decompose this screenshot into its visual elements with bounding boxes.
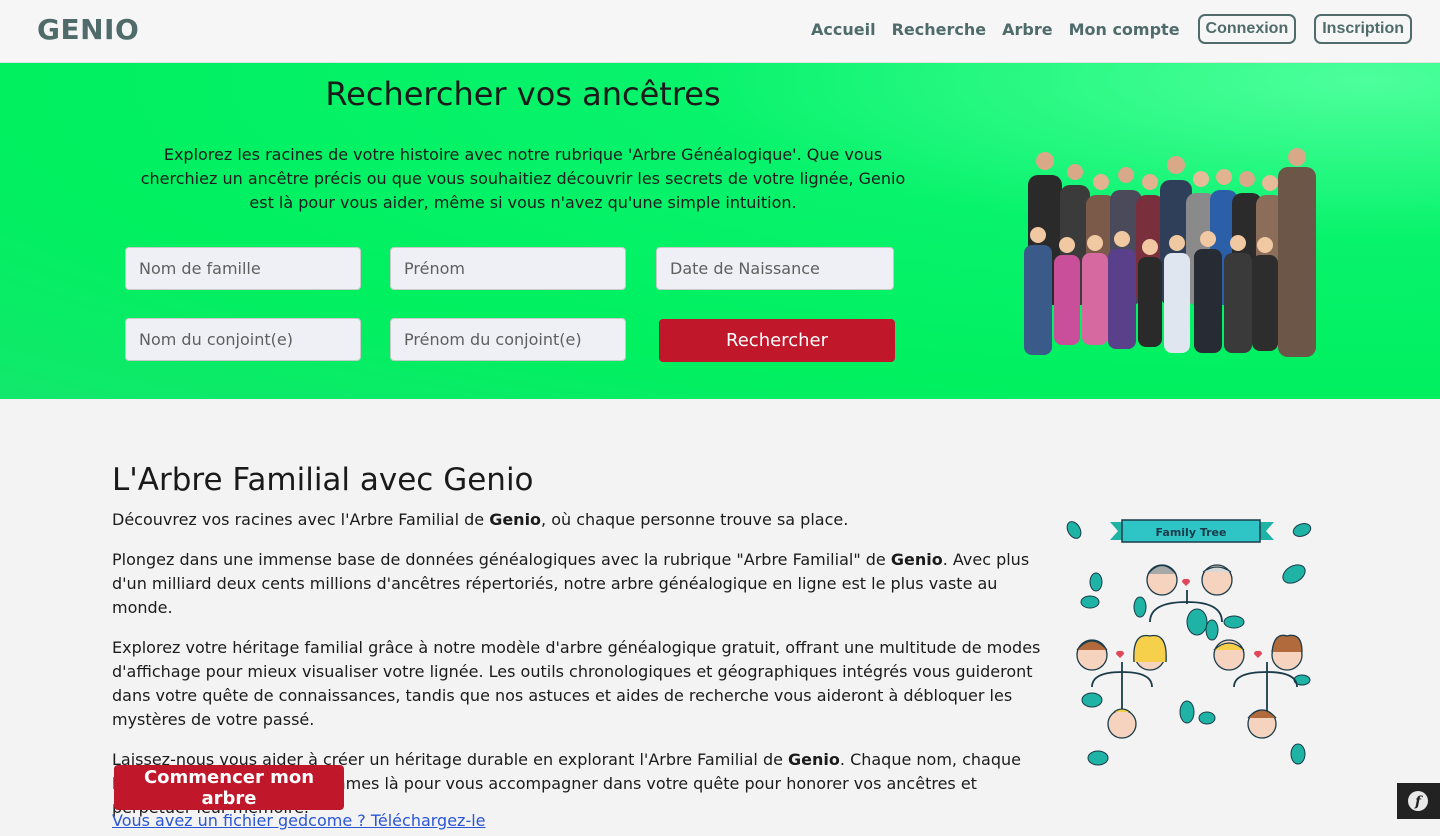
nav-link-accueil[interactable]: Accueil	[811, 20, 876, 39]
paragraph-heritage: Explorez votre héritage familial grâce à…	[112, 638, 1041, 729]
start-tree-button[interactable]: Commencer mon arbre	[114, 765, 344, 810]
paragraph-intro: Découvrez vos racines avec l'Arbre Famil…	[112, 510, 849, 529]
nav-link-mon-compte[interactable]: Mon compte	[1069, 20, 1180, 39]
spouse-first-name-input[interactable]	[390, 318, 626, 361]
login-button[interactable]: Connexion	[1197, 14, 1297, 44]
hero-description: Explorez les racines de votre histoire a…	[140, 145, 906, 212]
tree-branches	[1091, 590, 1298, 712]
symfony-icon: f	[1408, 791, 1428, 811]
nav-link-arbre[interactable]: Arbre	[1002, 20, 1052, 39]
svg-text:Family Tree: Family Tree	[1156, 526, 1227, 539]
symfony-debug-toolbar-toggle[interactable]: f	[1397, 783, 1440, 819]
navbar: GENIO Accueil Recherche Arbre Mon compte…	[0, 0, 1440, 63]
birth-date-input[interactable]	[656, 247, 894, 290]
first-name-input[interactable]	[390, 247, 626, 290]
signup-button[interactable]: Inscription	[1314, 14, 1412, 44]
front-row-children	[1024, 227, 1278, 355]
spouse-last-name-input[interactable]	[125, 318, 361, 361]
section-title: L'Arbre Familial avec Genio	[112, 462, 534, 498]
family-tree-illustration: Family Tree	[1066, 519, 1312, 766]
paragraph-database: Plongez dans une immense base de données…	[112, 550, 1030, 617]
gedcom-upload-link[interactable]: Vous avez un fichier gedcome ? Télécharg…	[112, 811, 486, 830]
last-name-input[interactable]	[125, 247, 361, 290]
hero-title: Rechercher vos ancêtres	[325, 75, 721, 113]
family-tree-banner: Family Tree	[1110, 519, 1274, 543]
family-group-photo	[1024, 148, 1316, 357]
brand-logo[interactable]: GENIO	[37, 13, 139, 46]
nav-link-recherche[interactable]: Recherche	[892, 20, 987, 39]
nav-links: Accueil Recherche Arbre Mon compte Conne…	[795, 14, 1412, 44]
hero-search-section: Rechercher vos ancêtres Explorez les rac…	[0, 63, 1440, 399]
search-button[interactable]: Rechercher	[659, 319, 895, 362]
